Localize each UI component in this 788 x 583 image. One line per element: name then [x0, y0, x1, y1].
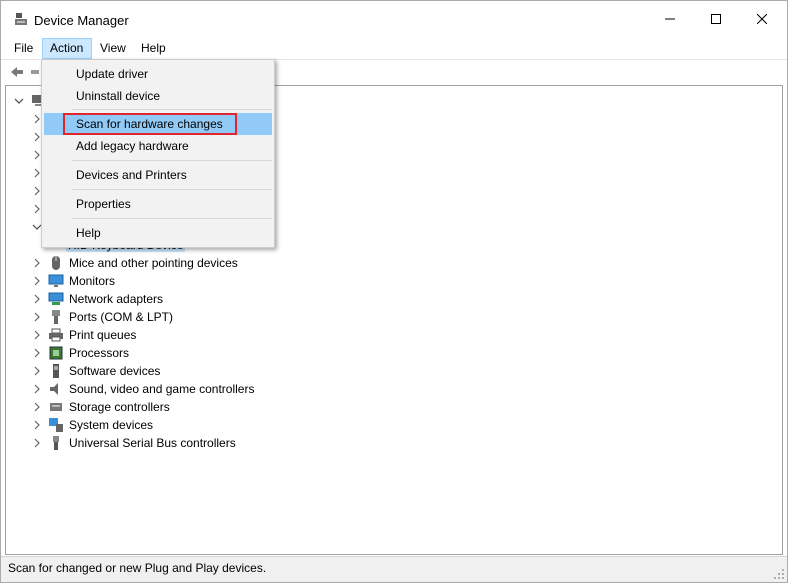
title-bar: Device Manager: [1, 1, 787, 37]
tree-category-row[interactable]: System devices: [30, 416, 153, 434]
resize-grip-icon[interactable]: [773, 568, 785, 580]
menu-view[interactable]: View: [93, 38, 133, 58]
expand-chevron-icon[interactable]: [30, 364, 44, 378]
tree-category-row[interactable]: Network adapters: [30, 290, 163, 308]
expand-chevron-icon[interactable]: [30, 436, 44, 450]
device-manager-app-icon: [15, 13, 27, 27]
network-adapter-icon: [48, 291, 64, 307]
system-device-icon: [48, 417, 64, 433]
expand-chevron-icon[interactable]: [30, 328, 44, 342]
menu-action[interactable]: Action: [42, 38, 92, 59]
menu-item-help[interactable]: Help: [44, 222, 272, 244]
expand-chevron-icon[interactable]: [30, 292, 44, 306]
tree-category-row[interactable]: Print queues: [30, 326, 136, 344]
window-title: Device Manager: [34, 13, 129, 28]
tree-category-label: Processors: [69, 346, 130, 360]
monitor-icon: [48, 273, 64, 289]
menu-item-devices-and-printers[interactable]: Devices and Printers: [44, 164, 272, 186]
tree-category-label: Sound, video and game controllers: [69, 382, 255, 396]
tree-category-label: Universal Serial Bus controllers: [69, 436, 236, 450]
menu-item-add-legacy-hardware[interactable]: Add legacy hardware: [44, 135, 272, 157]
maximize-icon: [711, 14, 721, 24]
expand-chevron-icon[interactable]: [30, 274, 44, 288]
menu-item-uninstall-device[interactable]: Uninstall device: [44, 85, 272, 107]
tree-category-label: Storage controllers: [69, 400, 170, 414]
printer-icon: [48, 327, 64, 343]
tree-category-label: Software devices: [69, 364, 161, 378]
tree-category-row[interactable]: Ports (COM & LPT): [30, 308, 173, 326]
status-text: Scan for changed or new Plug and Play de…: [8, 561, 267, 575]
menu-separator: [72, 109, 272, 110]
tree-category-label: Network adapters: [69, 292, 164, 306]
status-bar: Scan for changed or new Plug and Play de…: [1, 556, 787, 582]
storage-controller-icon: [48, 399, 64, 415]
port-icon: [48, 309, 64, 325]
minimize-icon: [665, 18, 675, 20]
minimize-button[interactable]: [647, 1, 693, 37]
expand-chevron-icon[interactable]: [30, 382, 44, 396]
expand-chevron-icon[interactable]: [30, 400, 44, 414]
processor-icon: [48, 345, 64, 361]
back-arrow-icon: [11, 67, 23, 77]
menu-separator: [72, 189, 272, 190]
close-icon: [757, 14, 767, 24]
tree-category-row[interactable]: Sound, video and game controllers: [30, 380, 254, 398]
menu-item-properties[interactable]: Properties: [44, 193, 272, 215]
tree-category-row[interactable]: Universal Serial Bus controllers: [30, 434, 236, 452]
tree-category-label: Mice and other pointing devices: [69, 256, 238, 270]
menu-item-update-driver[interactable]: Update driver: [44, 63, 272, 85]
tree-category-label: Monitors: [69, 274, 116, 288]
collapse-chevron-icon[interactable]: [12, 94, 26, 108]
software-device-icon: [48, 363, 64, 379]
tree-category-label: System devices: [69, 418, 154, 432]
menu-separator: [72, 160, 272, 161]
menu-bar: File Action View Help: [1, 37, 787, 59]
tree-category-row[interactable]: Processors: [30, 344, 129, 362]
tree-category-row[interactable]: Software devices: [30, 362, 160, 380]
expand-chevron-icon[interactable]: [30, 256, 44, 270]
speaker-icon: [48, 381, 64, 397]
menu-file[interactable]: File: [7, 38, 40, 58]
action-dropdown-menu: Update driver Uninstall device Scan for …: [41, 59, 275, 248]
menu-help[interactable]: Help: [134, 38, 173, 58]
tree-category-row[interactable]: Storage controllers: [30, 398, 170, 416]
menu-separator: [72, 218, 272, 219]
expand-chevron-icon[interactable]: [30, 310, 44, 324]
expand-chevron-icon[interactable]: [30, 346, 44, 360]
maximize-button[interactable]: [693, 1, 739, 37]
tree-category-row[interactable]: Monitors: [30, 272, 115, 290]
expand-chevron-icon[interactable]: [30, 418, 44, 432]
menu-item-scan-for-hardware-changes[interactable]: Scan for hardware changes: [44, 113, 272, 135]
mouse-icon: [48, 255, 64, 271]
device-manager-window: Device Manager File Action View Help Mic…: [0, 0, 788, 583]
usb-icon: [48, 435, 64, 451]
back-button[interactable]: [9, 64, 27, 82]
tree-category-row[interactable]: Mice and other pointing devices: [30, 254, 238, 272]
tree-category-label: Print queues: [69, 328, 137, 342]
tree-category-label: Ports (COM & LPT): [69, 310, 174, 324]
close-button[interactable]: [739, 1, 785, 37]
